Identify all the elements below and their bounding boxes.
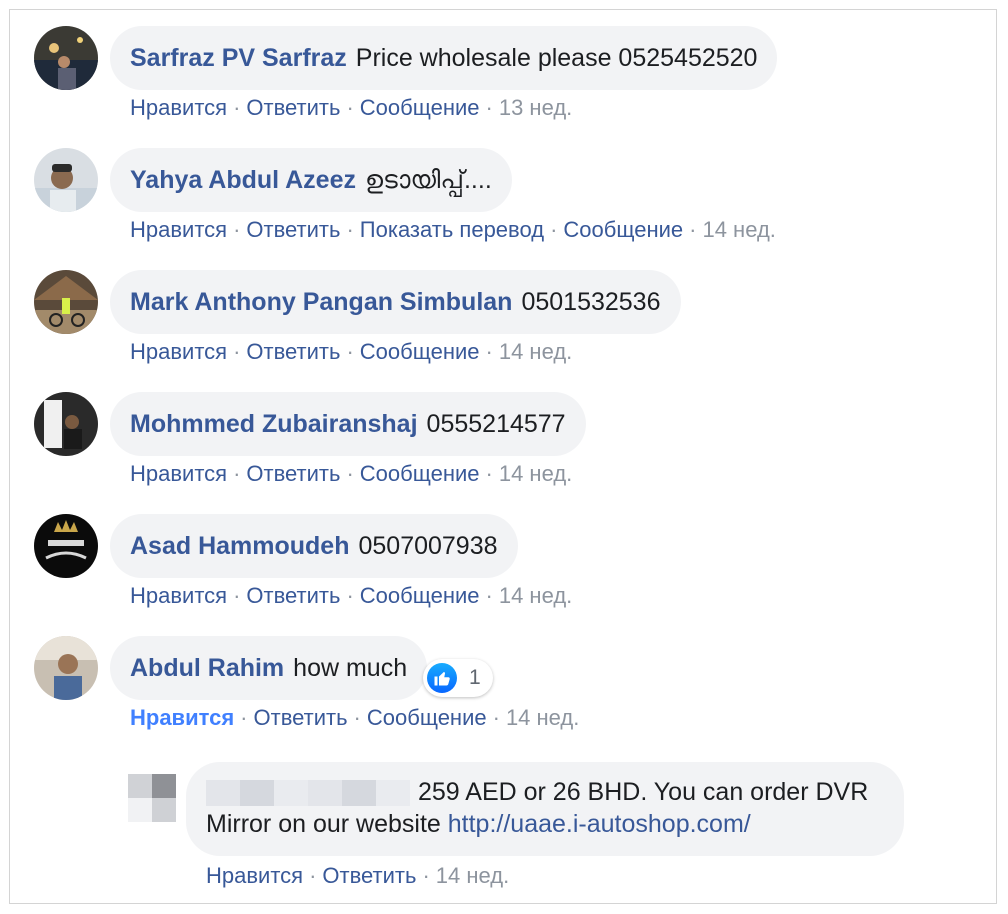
like-link[interactable]: Нравится bbox=[130, 95, 227, 120]
timestamp[interactable]: 14 нед. bbox=[499, 339, 572, 364]
comment-actions: Нравится · Ответить · Сообщение · 14 нед. bbox=[130, 705, 580, 730]
comment-text: how much bbox=[293, 654, 408, 682]
reply-bubble: 259 AED or 26 BHD. You can order DVR Mir… bbox=[186, 762, 904, 856]
comment-author[interactable]: Mark Anthony Pangan Simbulan bbox=[130, 286, 512, 318]
timestamp[interactable]: 14 нед. bbox=[506, 705, 579, 730]
avatar[interactable] bbox=[34, 270, 98, 334]
reply-link[interactable]: Ответить bbox=[246, 217, 340, 242]
comment-actions: Нравится · Ответить · Сообщение · 14 нед. bbox=[130, 583, 573, 608]
reply-link[interactable]: Ответить bbox=[322, 863, 416, 888]
reply-link[interactable]: Ответить bbox=[246, 583, 340, 608]
avatar[interactable] bbox=[34, 514, 98, 578]
comment-author[interactable]: Yahya Abdul Azeez bbox=[130, 164, 356, 196]
message-link[interactable]: Сообщение bbox=[360, 95, 480, 120]
reply-actions: Нравится · Ответить · 14 нед. bbox=[206, 863, 510, 888]
reply-link[interactable]: Ответить bbox=[246, 339, 340, 364]
comment-actions: Нравится · Ответить · Сообщение · 14 нед. bbox=[130, 461, 573, 486]
avatar[interactable] bbox=[34, 392, 98, 456]
avatar[interactable] bbox=[34, 636, 98, 700]
comment-text: 0501532536 bbox=[521, 288, 661, 316]
like-link[interactable]: Нравится bbox=[130, 583, 227, 608]
comment-bubble: Mohmmed Zubairanshaj 0555214577 bbox=[110, 392, 586, 456]
comment-text: ഉടായിപ്പ്.... bbox=[365, 166, 492, 194]
message-link[interactable]: Сообщение bbox=[360, 583, 480, 608]
timestamp[interactable]: 13 нед. bbox=[499, 95, 572, 120]
reply-link[interactable]: Ответить bbox=[246, 461, 340, 486]
comment-text: Price wholesale please 0525452520 bbox=[355, 44, 758, 72]
like-link[interactable]: Нравится bbox=[206, 863, 303, 888]
comment-bubble: Yahya Abdul Azeez ഉടായിപ്പ്.... bbox=[110, 148, 512, 212]
reply-link[interactable]: Ответить bbox=[254, 705, 348, 730]
message-link[interactable]: Сообщение bbox=[360, 339, 480, 364]
message-link[interactable]: Сообщение bbox=[360, 461, 480, 486]
comment-author[interactable]: Asad Hammoudeh bbox=[130, 530, 349, 562]
like-link[interactable]: Нравится bbox=[130, 217, 227, 242]
reply-link[interactable]: Ответить bbox=[246, 95, 340, 120]
comment-author[interactable]: Sarfraz PV Sarfraz bbox=[130, 42, 347, 74]
message-link[interactable]: Сообщение bbox=[563, 217, 683, 242]
comment-actions: Нравится · Ответить · Сообщение · 14 нед. bbox=[130, 339, 573, 364]
timestamp[interactable]: 14 нед. bbox=[499, 583, 572, 608]
like-link[interactable]: Нравится bbox=[130, 339, 227, 364]
like-link[interactable]: Нравится bbox=[130, 461, 227, 486]
comment-bubble: Asad Hammoudeh 0507007938 bbox=[110, 514, 518, 578]
comment-text: 0555214577 bbox=[426, 410, 566, 438]
avatar[interactable] bbox=[128, 774, 176, 822]
comment-author[interactable]: Mohmmed Zubairanshaj bbox=[130, 408, 418, 440]
avatar[interactable] bbox=[34, 26, 98, 90]
reaction-badge[interactable]: 1 bbox=[423, 659, 493, 697]
timestamp[interactable]: 14 нед. bbox=[436, 863, 509, 888]
comment-actions: Нравится · Ответить · Показать перевод · Сообщ… bbox=[130, 217, 776, 242]
comment-author[interactable]: Abdul Rahim bbox=[130, 652, 284, 684]
blurred-author bbox=[206, 780, 410, 807]
comment-actions: Нравится · Ответить · Сообщение · 13 нед. bbox=[130, 95, 573, 120]
thumbs-up-icon bbox=[427, 663, 457, 693]
timestamp[interactable]: 14 нед. bbox=[702, 217, 775, 242]
comment-bubble: Abdul Rahim how much bbox=[110, 636, 428, 700]
website-link[interactable]: http://uaae.i-autoshop.com/ bbox=[448, 810, 751, 838]
comment-bubble: Mark Anthony Pangan Simbulan 0501532536 bbox=[110, 270, 681, 334]
timestamp[interactable]: 14 нед. bbox=[499, 461, 572, 486]
comment-bubble: Sarfraz PV Sarfraz Price wholesale pleas… bbox=[110, 26, 778, 90]
message-link[interactable]: Сообщение bbox=[367, 705, 487, 730]
reaction-count: 1 bbox=[469, 666, 481, 689]
translate-link[interactable]: Показать перевод bbox=[360, 217, 544, 242]
comment-text: 0507007938 bbox=[358, 532, 498, 560]
like-link[interactable]: Нравится bbox=[130, 705, 234, 730]
avatar[interactable] bbox=[34, 148, 98, 212]
